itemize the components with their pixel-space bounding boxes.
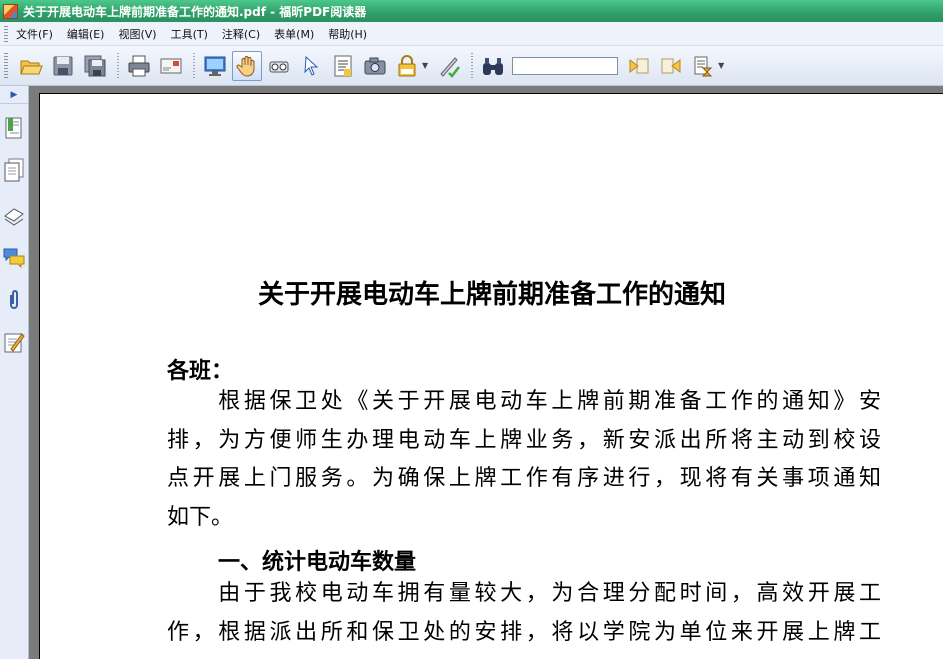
- menu-edit[interactable]: 编辑(E): [67, 26, 105, 42]
- find-icon: [483, 57, 504, 75]
- menu-forms[interactable]: 表单(M): [274, 26, 314, 42]
- snapshot-button[interactable]: [360, 51, 390, 81]
- find-input[interactable]: [512, 56, 619, 75]
- print-button[interactable]: [124, 51, 154, 81]
- hand-tool-button[interactable]: [232, 50, 262, 81]
- menu-file[interactable]: 文件(F): [16, 26, 53, 42]
- find-next-icon: [661, 58, 681, 73]
- toolbar-grip[interactable]: [4, 52, 8, 79]
- sign-button[interactable]: [434, 51, 464, 81]
- email-icon: [160, 58, 182, 73]
- save-all-icon: [84, 55, 106, 76]
- toolbar: ▼ ▼: [0, 46, 943, 86]
- expand-panel-icon[interactable]: ▶: [0, 86, 28, 104]
- pdf-page: 关于开展电动车上牌前期准备工作的通知 各班： 根据保卫处《关于开展电动车上牌前期…: [39, 93, 943, 659]
- text-select-icon: [334, 55, 352, 76]
- toolbar-separator: [193, 52, 195, 79]
- open-icon: [20, 60, 43, 74]
- hand-icon: [236, 55, 255, 77]
- signatures-icon[interactable]: [3, 330, 25, 354]
- sign-icon: [440, 56, 461, 78]
- find-options-dropdown-arrow[interactable]: ▼: [718, 61, 724, 70]
- menu-view[interactable]: 视图(V): [118, 26, 156, 42]
- select-icon: [304, 55, 319, 76]
- pages-icon[interactable]: [3, 158, 25, 182]
- comments-icon[interactable]: [3, 246, 25, 270]
- open-button[interactable]: [16, 51, 46, 81]
- find-previous-button[interactable]: [624, 51, 654, 81]
- find-prev-icon: [629, 58, 649, 73]
- menu-help[interactable]: 帮助(H): [328, 26, 367, 42]
- save-button[interactable]: [48, 51, 78, 81]
- loupe-button[interactable]: [264, 51, 294, 81]
- section-heading: 一、统计电动车数量: [218, 549, 417, 575]
- menu-bar: 文件(F) 编辑(E) 视图(V) 工具(T) 注释(C) 表单(M) 帮助(H…: [0, 22, 943, 46]
- document-title: 关于开展电动车上牌前期准备工作的通知: [257, 280, 726, 310]
- menu-grip[interactable]: [4, 25, 8, 42]
- text-select-button[interactable]: [328, 51, 358, 81]
- fullscreen-icon: [204, 56, 226, 76]
- layers-icon[interactable]: [3, 202, 25, 226]
- rms-lock-icon: [398, 54, 416, 76]
- find-options-icon: [694, 56, 713, 76]
- rms-button[interactable]: [392, 51, 422, 81]
- menu-comments[interactable]: 注释(C): [222, 26, 260, 42]
- salutation: 各班：: [167, 358, 234, 384]
- loupe-icon: [269, 61, 289, 72]
- rms-dropdown-arrow[interactable]: ▼: [422, 61, 428, 70]
- document-viewport[interactable]: 关于开展电动车上牌前期准备工作的通知 各班： 根据保卫处《关于开展电动车上牌前期…: [29, 86, 943, 659]
- paragraph-line: 由于我校电动车拥有量较大，为合理分配时间，高效开展工: [167, 581, 881, 606]
- find-button[interactable]: [478, 51, 508, 81]
- paragraph-line: 点开展上门服务。为确保上牌工作有序进行，现将有关事项通知: [167, 466, 881, 491]
- save-all-button[interactable]: [80, 51, 110, 81]
- bookmarks-icon[interactable]: [3, 116, 25, 140]
- paragraph-line: 如下。: [167, 504, 234, 530]
- snapshot-icon: [364, 57, 386, 74]
- app-icon: [3, 3, 18, 19]
- paragraph-line: 根据保卫处《关于开展电动车上牌前期准备工作的通知》安: [167, 389, 881, 414]
- save-icon: [53, 56, 73, 75]
- attachments-icon[interactable]: [3, 288, 25, 312]
- fullscreen-button[interactable]: [200, 51, 230, 81]
- paragraph-line: 排，为方便师生办理电动车上牌业务，新安派出所将主动到校设: [167, 427, 881, 453]
- navigation-panel: ▶: [0, 86, 29, 659]
- menu-tools[interactable]: 工具(T): [171, 26, 208, 42]
- find-next-button[interactable]: [656, 51, 686, 81]
- find-options-button[interactable]: [688, 51, 718, 81]
- toolbar-separator: [117, 52, 119, 79]
- window-title: 关于开展电动车上牌前期准备工作的通知.pdf - 福昕PDF阅读器: [23, 4, 367, 19]
- toolbar-separator: [471, 52, 474, 79]
- email-button[interactable]: [156, 51, 186, 81]
- select-button[interactable]: [296, 51, 326, 81]
- paragraph-line: 作，根据派出所和保卫处的安排，将以学院为单位来开展上牌工: [167, 619, 881, 645]
- print-icon: [128, 55, 150, 76]
- title-bar: 关于开展电动车上牌前期准备工作的通知.pdf - 福昕PDF阅读器: [0, 0, 943, 22]
